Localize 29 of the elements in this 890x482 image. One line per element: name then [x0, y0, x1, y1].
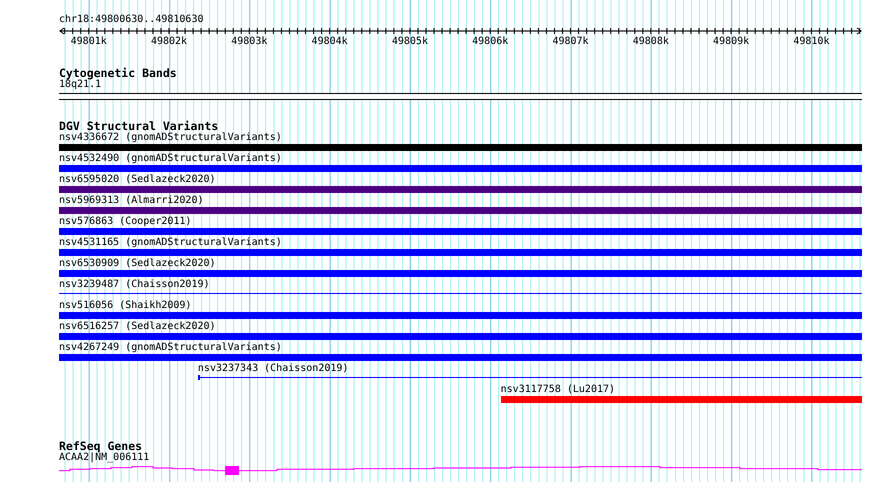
tick-label: 49802k	[150, 36, 188, 47]
band-label: 18q21.1	[59, 79, 102, 91]
variant-label: nsv6530909 (Sedlazeck2020)	[59, 258, 216, 270]
tick-label: 49801k	[70, 36, 107, 47]
tick-label: 49804k	[312, 36, 348, 47]
track-title: DGV Structural Variants	[59, 120, 218, 132]
variant-label: nsv4336672 (gnomADStructuralVariants)	[59, 132, 282, 144]
variant-label: nsv4532490 (gnomADStructuralVariants)	[59, 153, 282, 165]
variant-label: nsv5969313 (Almarri2020)	[59, 195, 204, 207]
tick-label: 49809k	[713, 36, 750, 47]
variant-label: nsv576863 (Cooper2011)	[59, 216, 192, 228]
variant-label: nsv3117758 (Lu2017)	[500, 384, 616, 396]
gene-label: ACAA2|NM_006111	[59, 452, 150, 464]
variant-label: nsv6516257 (Sedlazeck2020)	[59, 321, 216, 333]
track-title: Cytogenetic Bands	[59, 67, 177, 79]
variant-label: nsv3239487 (Chaisson2019)	[59, 279, 210, 291]
variant-label: nsv6595020 (Sedlazeck2020)	[59, 174, 216, 186]
tick-label: 49807k	[552, 36, 589, 47]
tick-label: 49803k	[231, 36, 268, 47]
variant-label: nsv4531165 (gnomADStructuralVariants)	[59, 237, 282, 249]
tick-label: 49810k	[793, 36, 830, 47]
variant-label: nsv4267249 (gnomADStructuralVariants)	[59, 342, 282, 354]
tick-label: 49808k	[632, 36, 669, 47]
tick-label: 49805k	[392, 36, 428, 47]
location-label: chr18:49800630..49810630	[59, 14, 204, 26]
tick-label: 49806k	[472, 36, 508, 47]
variant-label: nsv516056 (Shaikh2009)	[59, 300, 192, 312]
variant-label: nsv3237343 (Chaisson2019)	[198, 363, 348, 375]
track-title: RefSeq Genes	[59, 440, 142, 452]
